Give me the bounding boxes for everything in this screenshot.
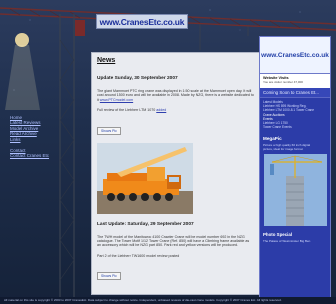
- photo-special-heading: Photo Special: [263, 232, 293, 238]
- photo-special-text: The Palace of Westminster Big Ben: [263, 239, 311, 244]
- news-heading: News: [97, 57, 116, 64]
- coming-soon-list: Latest Models Liebherr HS 895 Working Re…: [260, 98, 330, 131]
- welcome-line: You are visitor number 47,000: [263, 80, 303, 84]
- ptc-model-link[interactable]: www.PTCmodel.com: [100, 98, 133, 102]
- page-footer: All material on this site is copyright ©…: [0, 297, 336, 304]
- crane-model-image: [97, 142, 193, 214]
- left-navigation: Home Latest Reviews Model Archive Read A…: [10, 115, 49, 159]
- nav-link-contact-cranes-etc[interactable]: Contact Cranes Etc: [10, 153, 49, 158]
- megapic-line: picture, ideal for image format: [263, 147, 303, 152]
- site-logo-text: www.CranesEtc.co.uk: [99, 16, 185, 27]
- review-line-1-text: Full review of the Liebherr LTM 1070: [97, 108, 156, 113]
- coming-soon-heading: Coming Soon to Cranes Et...: [260, 88, 330, 98]
- review-added-link[interactable]: added: [156, 108, 166, 112]
- sidebar-logo-text: www.CranesEtc.co.uk: [261, 51, 329, 59]
- coming-item[interactable]: Tower Crane Events: [263, 125, 327, 129]
- megapic-text: Picture a high quality 60 inch digital p…: [260, 143, 330, 151]
- tower-crane-image: [264, 154, 327, 227]
- crane-model-photo[interactable]: [97, 142, 193, 214]
- welcome-box: Website Visits You are visitor number 47…: [260, 74, 330, 88]
- footer-text: All material on this site is copyright ©…: [4, 298, 282, 302]
- update-body-1: The giant Mammoet PTC ring crane was dis…: [97, 89, 254, 102]
- right-sidebar: www.CranesEtc.co.uk Website Visits You a…: [259, 36, 331, 298]
- shows-pic-button-1[interactable]: Shows Pic: [97, 126, 121, 135]
- news-panel: News Update Sunday, 30 September 2007 Th…: [91, 52, 260, 295]
- update-title-2: Last Update: Saturday, 29 September 2007: [97, 221, 194, 227]
- update-body-2: The TWH model of the Manitowoc 4100 Craw…: [97, 234, 250, 248]
- shows-pic-button-2[interactable]: Shows Pic: [97, 272, 121, 281]
- update-title-1: Update Sunday, 30 September 2007: [97, 76, 178, 81]
- site-logo-banner[interactable]: www.CranesEtc.co.uk: [96, 14, 188, 29]
- megapic-heading: MegaPic: [263, 136, 282, 142]
- review-line-1: Full review of the Liebherr LTM 1070 add…: [97, 108, 254, 112]
- sidebar-logo[interactable]: www.CranesEtc.co.uk: [260, 37, 330, 74]
- review-line-2: Part 2 of the Liebherr TW1600 model revi…: [97, 253, 180, 258]
- tower-crane-photo[interactable]: [264, 154, 327, 227]
